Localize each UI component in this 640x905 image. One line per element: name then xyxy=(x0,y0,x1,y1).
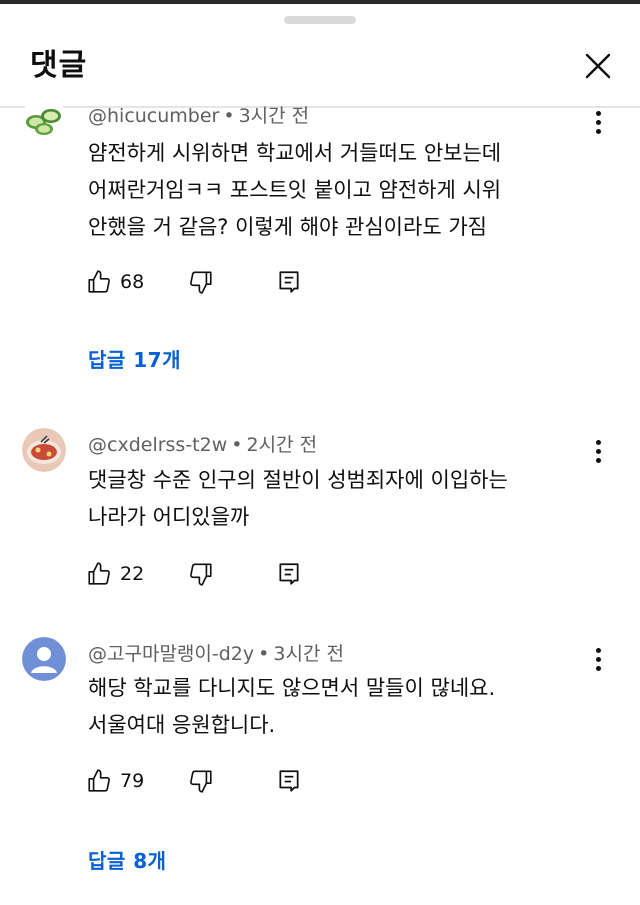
avatar[interactable] xyxy=(22,96,66,140)
comment-text: 댓글창 수준 인구의 절반이 성범죄자에 이입하는 나라가 어디있을까 xyxy=(88,462,568,536)
more-dot xyxy=(595,439,601,445)
comment-text: 해당 학교를 다니지도 않으면서 말들이 많네요. 서울여대 응원합니다. xyxy=(88,670,568,744)
reply-comment-icon xyxy=(279,271,299,293)
dislike-button[interactable] xyxy=(188,269,214,295)
reply-button[interactable] xyxy=(276,269,302,295)
thumbs-up-icon xyxy=(88,562,110,585)
meta-separator: • xyxy=(231,434,243,456)
comment-meta: @cxdelrss-t2w • 2시간 전 xyxy=(88,433,317,457)
comment-author[interactable]: @고구마말랭이-d2y xyxy=(88,643,254,665)
comment-text: 얌전하게 시위하면 학교에서 거들떠도 안보는데 어쩌란거임ㅋㅋ 포스트잇 붙이… xyxy=(88,135,568,246)
cucumber-avatar-icon xyxy=(22,96,66,140)
close-button[interactable] xyxy=(578,46,618,86)
meta-separator: • xyxy=(223,105,235,127)
comment-line: 해당 학교를 다니지도 않으면서 말들이 많네요. xyxy=(88,676,496,700)
comment-line: 댓글창 수준 인구의 절반이 성범죄자에 이입하는 xyxy=(88,468,508,492)
thumbs-up-icon xyxy=(88,769,110,792)
reply-button[interactable] xyxy=(276,768,302,794)
reply-comment-icon xyxy=(279,770,299,792)
default-person-avatar-icon xyxy=(22,637,66,681)
thumbs-down-icon xyxy=(190,271,212,294)
more-dot xyxy=(595,656,601,662)
food-avatar-icon xyxy=(22,428,66,472)
comment-line: 나라가 어디있을까 xyxy=(88,505,250,529)
more-dot xyxy=(595,457,601,463)
comment-line: 얌전하게 시위하면 학교에서 거들떠도 안보는데 xyxy=(88,141,502,165)
comments-panel: 댓글 @hicucumber • 3시간 전 얌전하게 시위하면 학교에서 거들… xyxy=(0,0,640,905)
view-replies-link[interactable]: 답글 17개 xyxy=(88,344,181,373)
comment-more-button[interactable] xyxy=(584,643,612,675)
comment-meta: @hicucumber • 3시간 전 xyxy=(88,104,309,128)
comment-actions: 79 xyxy=(86,764,302,798)
comment-time: 2시간 전 xyxy=(246,434,318,456)
comment-actions: 68 xyxy=(86,265,302,299)
comment-line: 안했을 거 같음? 이렇게 해야 관심이라도 가짐 xyxy=(88,215,487,239)
comment-time: 3시간 전 xyxy=(273,643,344,665)
like-button[interactable]: 68 xyxy=(86,269,144,295)
like-count: 68 xyxy=(120,271,145,293)
comment-time: 3시간 전 xyxy=(238,105,310,127)
like-count: 79 xyxy=(120,770,145,792)
like-button[interactable]: 79 xyxy=(86,768,144,794)
close-icon xyxy=(585,53,611,79)
like-count: 22 xyxy=(120,563,145,585)
comment-actions: 22 xyxy=(86,557,302,591)
comment-line: 어쩌란거임ㅋㅋ 포스트잇 붙이고 얌전하게 시위 xyxy=(88,178,502,202)
thumbs-down-icon xyxy=(190,563,212,586)
thumbs-down-icon xyxy=(190,770,212,793)
more-dot xyxy=(595,119,601,125)
comment-more-button[interactable] xyxy=(584,435,612,467)
comment-line: 서울여대 응원합니다. xyxy=(88,713,276,737)
dislike-button[interactable] xyxy=(188,561,214,587)
more-dot xyxy=(595,110,601,116)
avatar[interactable] xyxy=(22,428,66,472)
more-dot xyxy=(595,128,601,134)
meta-separator: • xyxy=(258,643,270,665)
comment-author[interactable]: @cxdelrss-t2w xyxy=(88,434,227,456)
comment-more-button[interactable] xyxy=(584,106,612,138)
panel-title: 댓글 xyxy=(30,48,88,83)
top-border xyxy=(0,0,640,4)
thumbs-up-icon xyxy=(88,270,110,293)
comment-author[interactable]: @hicucumber xyxy=(88,105,219,127)
more-dot xyxy=(595,647,601,653)
more-dot xyxy=(595,665,601,671)
avatar[interactable] xyxy=(22,637,66,681)
like-button[interactable]: 22 xyxy=(86,561,144,587)
view-replies-link[interactable]: 답글 8개 xyxy=(88,845,167,874)
reply-button[interactable] xyxy=(276,561,302,587)
comment-meta: @고구마말랭이-d2y • 3시간 전 xyxy=(88,642,344,666)
drag-handle[interactable] xyxy=(284,16,356,24)
reply-comment-icon xyxy=(279,563,299,585)
more-dot xyxy=(595,448,601,454)
dislike-button[interactable] xyxy=(188,768,214,794)
